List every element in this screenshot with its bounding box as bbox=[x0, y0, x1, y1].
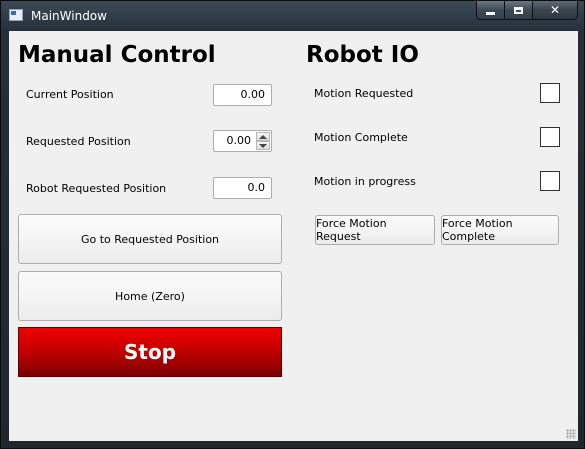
client-area: Manual Control Current Position 0.00 Req… bbox=[9, 31, 578, 441]
maximize-icon bbox=[514, 6, 523, 14]
window-controls: ✕ bbox=[476, 1, 578, 21]
motion-requested-checkbox[interactable] bbox=[540, 83, 560, 103]
force-motion-complete-button[interactable]: Force Motion Complete bbox=[441, 215, 559, 245]
spin-buttons bbox=[256, 132, 270, 150]
requested-position-spinbox[interactable]: 0.00 bbox=[213, 130, 272, 152]
minimize-button[interactable] bbox=[476, 1, 505, 20]
stop-button[interactable]: Stop bbox=[18, 327, 282, 377]
requested-position-value[interactable]: 0.00 bbox=[214, 131, 255, 151]
maximize-button[interactable] bbox=[504, 1, 533, 20]
spin-up-button[interactable] bbox=[256, 132, 270, 141]
close-button[interactable]: ✕ bbox=[532, 1, 578, 20]
motion-requested-label: Motion Requested bbox=[314, 87, 414, 100]
current-position-field[interactable]: 0.00 bbox=[213, 84, 272, 106]
arrow-down-icon bbox=[259, 143, 267, 148]
robot-io-heading: Robot IO bbox=[306, 42, 419, 68]
app-window-icon bbox=[9, 9, 23, 21]
motion-in-progress-checkbox[interactable] bbox=[540, 171, 560, 191]
close-icon: ✕ bbox=[549, 3, 561, 17]
title-bar[interactable]: MainWindow ✕ bbox=[1, 1, 584, 31]
spin-down-button[interactable] bbox=[256, 141, 270, 150]
robot-requested-position-label: Robot Requested Position bbox=[26, 182, 167, 195]
arrow-up-icon bbox=[259, 134, 267, 139]
window-title: MainWindow bbox=[31, 9, 107, 23]
resize-grip[interactable] bbox=[566, 429, 576, 439]
current-position-label: Current Position bbox=[26, 88, 114, 101]
manual-control-heading: Manual Control bbox=[18, 42, 216, 68]
go-to-requested-position-button[interactable]: Go to Requested Position bbox=[18, 214, 282, 264]
motion-complete-checkbox[interactable] bbox=[540, 127, 560, 147]
main-window: MainWindow ✕ Manual Control Current Posi… bbox=[0, 0, 585, 449]
motion-complete-label: Motion Complete bbox=[314, 131, 408, 144]
motion-in-progress-label: Motion in progress bbox=[314, 175, 416, 188]
minimize-icon bbox=[486, 11, 495, 15]
force-motion-request-button[interactable]: Force Motion Request bbox=[315, 215, 435, 245]
requested-position-label: Requested Position bbox=[26, 135, 131, 148]
robot-requested-position-field[interactable]: 0.0 bbox=[213, 177, 272, 199]
home-zero-button[interactable]: Home (Zero) bbox=[18, 271, 282, 321]
